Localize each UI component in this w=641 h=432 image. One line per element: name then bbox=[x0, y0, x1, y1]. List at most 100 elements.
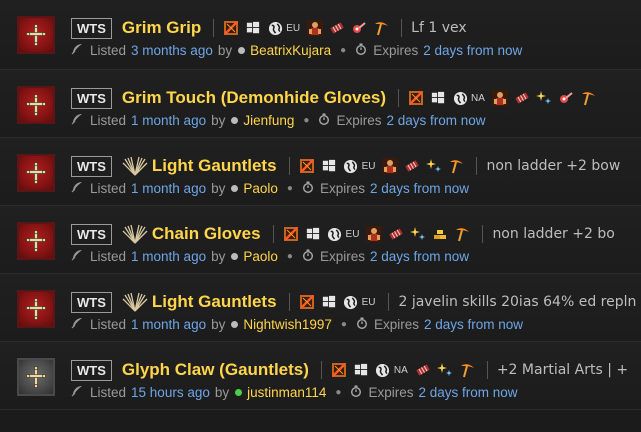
timer-icon bbox=[356, 317, 374, 332]
by-label: by bbox=[211, 249, 226, 264]
by-label: by bbox=[211, 317, 226, 332]
listing-meta: Listed 1 month ago by Paolo ● Expires 2 days f… bbox=[71, 181, 469, 196]
ethereal-icon bbox=[388, 226, 404, 242]
region-label: EU bbox=[345, 228, 360, 240]
user-status-dot bbox=[235, 389, 243, 396]
item-title[interactable]: Light Gauntlets bbox=[152, 156, 277, 176]
listing-header: WTS Light Gauntlets EU non ladder +2 bow bbox=[71, 154, 641, 178]
feather-icon bbox=[71, 113, 90, 128]
listed-time[interactable]: 1 month ago bbox=[131, 113, 206, 128]
wings-icon bbox=[122, 291, 148, 313]
listing-row[interactable]: WTS Grim Grip EU Lf 1 vex Listed 3 months ago… bbox=[0, 0, 641, 70]
expires-label: Expires bbox=[319, 181, 365, 196]
listing-meta: Listed 1 month ago by Nightwish1997 ● Expires… bbox=[71, 317, 523, 332]
ladder-slash-icon bbox=[331, 362, 347, 378]
username-link[interactable]: Paolo bbox=[243, 181, 278, 196]
item-thumbnail[interactable] bbox=[17, 16, 55, 54]
divider bbox=[213, 19, 215, 37]
timer-icon bbox=[302, 249, 320, 264]
listing-header: WTS Grim Grip EU Lf 1 vex bbox=[71, 16, 641, 40]
item-title[interactable]: Grim Touch (Demonhide Gloves) bbox=[122, 88, 386, 108]
listing-note: non ladder +2 bow bbox=[486, 158, 621, 174]
username-link[interactable]: Paolo bbox=[243, 249, 278, 264]
item-thumbnail[interactable] bbox=[17, 154, 55, 192]
divider bbox=[476, 157, 478, 175]
expires-time[interactable]: 2 days from now bbox=[423, 43, 522, 58]
listed-time[interactable]: 3 months ago bbox=[131, 43, 213, 58]
expires-time[interactable]: 2 days from now bbox=[424, 317, 523, 332]
username-link[interactable]: Nightwish1997 bbox=[243, 317, 332, 332]
item-thumbnail[interactable] bbox=[17, 222, 55, 260]
listing-row[interactable]: WTS Grim Touch (Demonhide Gloves) NA Listed… bbox=[0, 70, 641, 138]
by-label: by bbox=[217, 43, 233, 58]
expires-time[interactable]: 2 days from now bbox=[370, 181, 469, 196]
wts-badge: WTS bbox=[71, 87, 112, 109]
bullet-separator: ● bbox=[303, 115, 310, 126]
listed-time[interactable]: 1 month ago bbox=[131, 317, 206, 332]
expires-time[interactable]: 2 days from now bbox=[418, 385, 517, 400]
item-title[interactable]: Chain Gloves bbox=[152, 224, 261, 244]
globe-icon bbox=[267, 20, 283, 36]
item-thumbnail[interactable] bbox=[17, 86, 55, 124]
listing-header: WTS Chain Gloves EU non ladder +2 bo bbox=[71, 222, 641, 246]
bullet-separator: ● bbox=[335, 387, 342, 398]
item-title[interactable]: Glyph Claw (Gauntlets) bbox=[122, 360, 309, 380]
username-link[interactable]: BeatrixKujara bbox=[250, 43, 331, 58]
listed-label: Listed bbox=[90, 385, 127, 400]
bullet-separator: ● bbox=[340, 319, 347, 330]
region-label: EU bbox=[286, 22, 301, 34]
listed-time[interactable]: 1 month ago bbox=[131, 249, 206, 264]
listed-label: Listed bbox=[90, 249, 127, 264]
listed-time[interactable]: 15 hours ago bbox=[131, 385, 210, 400]
expires-time[interactable]: 2 days from now bbox=[386, 113, 485, 128]
region-label: NA bbox=[393, 364, 408, 376]
expires-time[interactable]: 2 days from now bbox=[370, 249, 469, 264]
username-link[interactable]: Jienfung bbox=[243, 113, 294, 128]
listed-label: Listed bbox=[90, 113, 127, 128]
user-status-dot bbox=[231, 185, 239, 192]
divider bbox=[482, 225, 484, 243]
divider bbox=[401, 19, 403, 37]
item-thumbnail[interactable] bbox=[17, 358, 55, 396]
timer-icon bbox=[350, 385, 368, 400]
pickaxe-icon bbox=[448, 158, 464, 174]
listing-row[interactable]: WTS Glyph Claw (Gauntlets) NA +2 Martial Ar… bbox=[0, 342, 641, 410]
listing-note: Lf 1 vex bbox=[411, 20, 467, 36]
listing-row[interactable]: WTS Light Gauntlets EU 2 javelin skills 20i… bbox=[0, 274, 641, 342]
listing-list: WTS Grim Grip EU Lf 1 vex Listed 3 months ago… bbox=[0, 0, 641, 410]
wts-badge: WTS bbox=[71, 155, 112, 177]
feather-icon bbox=[71, 43, 90, 58]
ethereal-icon bbox=[415, 362, 431, 378]
divider bbox=[272, 225, 274, 243]
region-label: EU bbox=[361, 160, 376, 172]
listing-header: WTS Light Gauntlets EU 2 javelin skills 20i… bbox=[71, 290, 641, 314]
ladder-slash-icon bbox=[299, 158, 315, 174]
listed-time[interactable]: 1 month ago bbox=[131, 181, 206, 196]
timer-icon bbox=[355, 43, 373, 58]
divider bbox=[388, 293, 390, 311]
globe-icon bbox=[452, 90, 468, 106]
by-label: by bbox=[214, 385, 230, 400]
character-icon bbox=[307, 20, 324, 36]
globe-icon bbox=[343, 158, 359, 174]
listing-note: +2 Martial Arts | + bbox=[496, 362, 629, 378]
listing-row[interactable]: WTS Light Gauntlets EU non ladder +2 bow Lis… bbox=[0, 138, 641, 206]
by-label: by bbox=[211, 113, 226, 128]
listing-meta: Listed 1 month ago by Paolo ● Expires 2 days f… bbox=[71, 249, 469, 264]
wts-badge: WTS bbox=[71, 291, 112, 313]
gold-icon bbox=[432, 226, 448, 242]
item-thumbnail[interactable] bbox=[17, 290, 55, 328]
username-link[interactable]: justinman114 bbox=[247, 385, 326, 400]
windows-icon bbox=[305, 226, 321, 242]
feather-icon bbox=[71, 249, 90, 264]
ladder-slash-icon bbox=[283, 226, 299, 242]
item-title[interactable]: Light Gauntlets bbox=[152, 292, 277, 312]
item-title[interactable]: Grim Grip bbox=[122, 18, 201, 38]
listing-row[interactable]: WTS Chain Gloves EU non ladder +2 bo Listed 1… bbox=[0, 206, 641, 274]
expires-label: Expires bbox=[336, 113, 382, 128]
user-status-dot bbox=[238, 47, 246, 54]
wts-badge: WTS bbox=[71, 223, 112, 245]
wts-badge: WTS bbox=[71, 359, 112, 381]
divider bbox=[288, 157, 290, 175]
region-label: NA bbox=[471, 92, 485, 104]
